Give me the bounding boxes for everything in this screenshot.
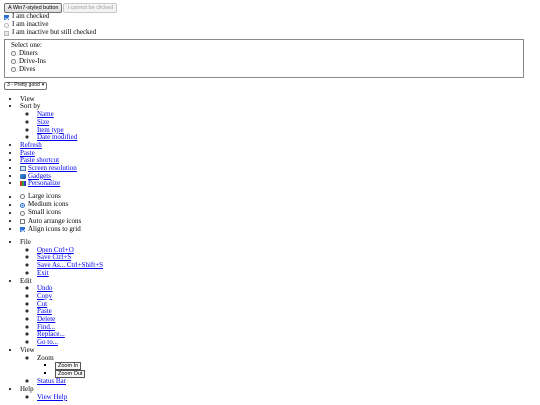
context-menu: View Sort by Name Size Item type Date mo… xyxy=(4,95,536,188)
radio-icon[interactable] xyxy=(20,194,25,200)
menu-label: Help xyxy=(20,384,34,393)
zoom-submenu: Zoom In Zoom Out xyxy=(37,362,536,379)
zoom-in-button[interactable]: Zoom In xyxy=(55,362,82,371)
checkbox-icon xyxy=(4,22,9,28)
radio-icon[interactable] xyxy=(11,67,16,73)
menu-item-view-help[interactable]: View Help xyxy=(37,393,67,401)
radio-option[interactable]: Dives xyxy=(11,64,517,74)
view-submenu: Zoom Zoom In Zoom Out Status Bar xyxy=(20,354,536,386)
menu-item-zoom[interactable]: Zoom Zoom In Zoom Out xyxy=(37,354,536,379)
checkbox-icon[interactable] xyxy=(4,14,9,20)
checkbox-icon[interactable] xyxy=(20,227,25,233)
gadgets-icon xyxy=(20,173,26,179)
sort-option-date-modified[interactable]: Date modified xyxy=(37,133,77,141)
button-row: A Win7-styled button I cannot be clicked xyxy=(4,3,536,13)
rating-select-value: 3 - Pretty good xyxy=(7,81,40,88)
radio-icon[interactable] xyxy=(11,59,16,65)
menu-item-exit[interactable]: Exit xyxy=(37,269,49,277)
menu-item-view[interactable]: View xyxy=(20,95,536,104)
rating-select[interactable]: 3 - Pretty good ▾ xyxy=(4,81,48,90)
edit-submenu: Undo Copy Cut Paste Delete Find... Repla… xyxy=(20,284,536,347)
radio-group: Select one: Diners Drive-Ins Dives xyxy=(4,39,524,78)
radio-option[interactable]: Diners xyxy=(11,49,517,58)
personalize-icon xyxy=(20,181,26,187)
disabled-button: I cannot be clicked xyxy=(63,3,118,13)
menu-file[interactable]: File Open Ctrl+O Save Ctrl+S Save As... … xyxy=(20,238,536,278)
checkbox-checked[interactable]: I am checked xyxy=(4,12,536,21)
checkbox-icon xyxy=(4,30,9,36)
menu-edit[interactable]: Edit Undo Copy Cut Paste Delete Find... … xyxy=(20,277,536,347)
radio-icon[interactable] xyxy=(20,210,25,216)
menu-item-go-to[interactable]: Go to... xyxy=(37,338,58,346)
radio-option[interactable]: Drive-Ins xyxy=(11,57,517,66)
view-option-align-grid[interactable]: Align icons to grid xyxy=(28,225,81,234)
checkbox-icon[interactable] xyxy=(20,219,25,224)
view-options-menu: Large icons Medium icons Small icons Aut… xyxy=(4,192,536,234)
file-submenu: Open Ctrl+O Save Ctrl+S Save As... Ctrl+… xyxy=(20,246,536,278)
chevron-down-icon: ▾ xyxy=(41,81,45,88)
monitor-icon xyxy=(20,166,26,172)
menu-item-personalize[interactable]: Personalize xyxy=(28,179,60,188)
menubar: File Open Ctrl+O Save Ctrl+S Save As... … xyxy=(4,238,536,402)
menu-label: File xyxy=(20,238,31,246)
checkbox-label: I am inactive but still checked xyxy=(12,28,97,37)
radio-icon[interactable] xyxy=(20,202,25,208)
sort-submenu: Name Size Item type Date modified xyxy=(20,110,536,142)
menu-view[interactable]: View Zoom Zoom In Zoom Out Status Bar xyxy=(20,345,536,386)
radio-group-legend: Select one: xyxy=(11,41,42,49)
radio-label: Dives xyxy=(19,64,36,73)
help-submenu: View Help xyxy=(20,393,536,402)
menu-help[interactable]: Help View Help xyxy=(20,384,536,402)
checkbox-inactive-checked: I am inactive but still checked xyxy=(4,28,536,37)
radio-icon[interactable] xyxy=(11,51,16,57)
menu-label: View xyxy=(20,345,35,354)
menu-item-sort-by[interactable]: Sort by Name Size Item type Date modifie… xyxy=(20,103,536,142)
menu-item-status-bar[interactable]: Status Bar xyxy=(37,377,66,385)
